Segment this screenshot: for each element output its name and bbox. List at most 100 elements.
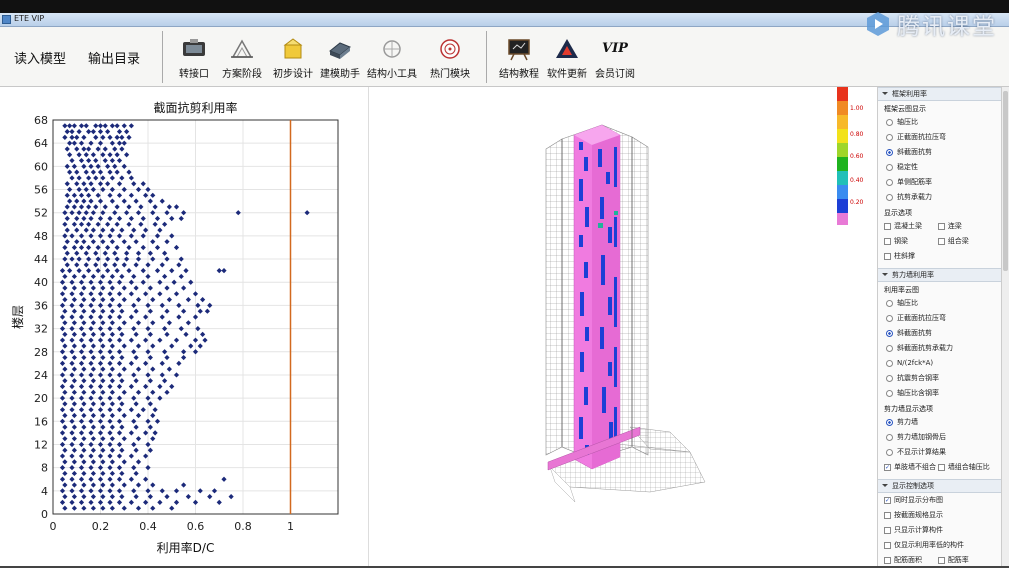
data-point <box>176 314 182 320</box>
radio-button[interactable] <box>886 134 893 141</box>
combine-option-checkbox[interactable]: 单肢墙不组合 <box>884 460 938 475</box>
frame-utilization-header[interactable]: 框架利用率 <box>878 87 1001 101</box>
data-point <box>69 499 75 506</box>
control-option-checkbox[interactable]: 按截面规格显示 <box>884 508 1001 523</box>
radio-button[interactable] <box>886 449 893 456</box>
checkbox[interactable] <box>937 238 945 245</box>
frame-option-radio[interactable]: 斜截面抗剪 <box>878 145 1001 160</box>
data-point <box>81 163 87 169</box>
control-option-checkbox[interactable]: 只显示计算构件 <box>884 523 1001 538</box>
display-option-checkbox[interactable]: 钢梁 <box>884 234 938 249</box>
data-point <box>71 123 77 129</box>
data-point <box>88 325 94 332</box>
checkbox[interactable] <box>884 253 891 260</box>
checkbox[interactable] <box>937 557 945 564</box>
radio-button[interactable] <box>886 419 893 426</box>
data-point <box>112 262 118 268</box>
wall-display-radio[interactable]: 剪力墙加钢骨后 <box>878 430 1001 445</box>
data-point <box>159 262 165 268</box>
3d-model-view[interactable] <box>370 87 875 568</box>
wall-utilization-header[interactable]: 剪力墙利用率 <box>878 268 1001 282</box>
wall-display-radio[interactable]: 不显示计算结果 <box>878 445 1001 460</box>
combine-option-checkbox[interactable]: 墙组合轴压比 <box>937 460 992 475</box>
radio-button[interactable] <box>886 330 893 337</box>
data-point <box>147 401 153 407</box>
wall-display-radio[interactable]: 剪力墙 <box>878 415 1001 430</box>
read-model-button[interactable]: 读入模型 <box>14 48 66 67</box>
data-point <box>64 215 70 222</box>
display-control-header[interactable]: 显示控制选项 <box>878 479 1001 493</box>
data-point <box>159 488 165 494</box>
display-option-checkbox[interactable]: 组合梁 <box>937 234 992 249</box>
wall-option-radio[interactable]: 轴压比含钢率 <box>878 386 1001 401</box>
display-option-checkbox[interactable]: 柱斜撑 <box>884 249 938 264</box>
data-point <box>133 354 139 361</box>
radio-button[interactable] <box>886 434 893 441</box>
radio-button[interactable] <box>886 164 893 171</box>
checkbox[interactable] <box>884 512 891 519</box>
frame-option-radio[interactable]: 单侧配筋率 <box>878 175 1001 190</box>
side-panel-scrollbar[interactable] <box>1001 87 1009 568</box>
data-point <box>90 343 96 349</box>
data-point <box>71 447 77 453</box>
data-point <box>169 383 175 390</box>
checkbox[interactable] <box>937 223 945 230</box>
control-option-checkbox[interactable]: 仅显示利用率低的构件 <box>884 538 1001 553</box>
data-point <box>64 163 70 169</box>
checkbox[interactable] <box>884 557 891 564</box>
checkbox[interactable] <box>884 497 891 504</box>
radio-button[interactable] <box>886 300 893 307</box>
structure-tools-button[interactable]: 结构小工具 <box>362 35 422 83</box>
wall-cloud-group-title: 利用率云图 <box>884 286 919 294</box>
frame-option-radio[interactable]: 轴压比 <box>878 115 1001 130</box>
output-dir-button[interactable]: 输出目录 <box>88 48 140 67</box>
radio-button[interactable] <box>886 345 893 352</box>
data-point <box>62 412 68 419</box>
wall-option-radio[interactable]: 抗震剪合钢率 <box>878 371 1001 386</box>
frame-option-radio[interactable]: 抗剪承载力 <box>878 190 1001 205</box>
display-option-checkbox[interactable]: 混凝土梁 <box>884 219 938 234</box>
scheme-icon <box>231 39 253 58</box>
wall-option-radio[interactable]: 轴压比 <box>878 296 1001 311</box>
data-point <box>128 123 134 129</box>
shear-utilization-chart: 截面抗剪利用率048121620242832364044485256606468… <box>10 100 339 555</box>
wall-option-radio[interactable]: 斜截面抗剪承载力 <box>878 341 1001 356</box>
data-point <box>78 192 85 198</box>
data-point <box>131 227 137 233</box>
data-point <box>109 297 115 303</box>
data-point <box>121 436 127 442</box>
checkbox[interactable] <box>884 223 891 230</box>
scrollbar-thumb[interactable] <box>1003 91 1008 271</box>
data-point <box>128 337 134 343</box>
wall-option-radio[interactable]: N/(2fck*A) <box>878 356 1001 371</box>
checkbox[interactable] <box>937 464 945 471</box>
radio-button[interactable] <box>886 179 893 186</box>
hot-modules-button[interactable]: 热门模块 <box>420 35 480 83</box>
radio-button[interactable] <box>886 375 893 382</box>
frame-option-radio[interactable]: 正截面抗拉压弯 <box>878 130 1001 145</box>
modeling-assistant-button[interactable]: 建模助手 <box>310 35 370 83</box>
y-tick-label: 20 <box>34 392 48 405</box>
main-area: 截面抗剪利用率 0 4 8 12 16 20 24 28 32 36 40 44 48 52 56 60 64 68… <box>0 87 1009 568</box>
radio-button[interactable] <box>886 315 893 322</box>
data-point <box>90 482 96 488</box>
checkbox[interactable] <box>884 464 891 471</box>
vip-subscription-button[interactable]: VIP 会员订阅 <box>585 35 645 83</box>
wall-option-radio[interactable]: 斜截面抗剪 <box>878 326 1001 341</box>
checkbox[interactable] <box>884 542 891 549</box>
data-point <box>192 499 199 506</box>
checkbox[interactable] <box>884 527 891 534</box>
data-point <box>114 152 120 158</box>
frame-option-radio[interactable]: 稳定性 <box>878 160 1001 175</box>
radio-button[interactable] <box>886 360 893 367</box>
data-point <box>71 320 77 326</box>
checkbox[interactable] <box>884 238 891 245</box>
radio-button[interactable] <box>886 119 893 126</box>
display-option-checkbox[interactable]: 连梁 <box>937 219 992 234</box>
radio-button[interactable] <box>886 149 893 156</box>
radio-button[interactable] <box>886 194 893 201</box>
wall-option-radio[interactable]: 正截面抗拉压弯 <box>878 311 1001 326</box>
control-option-checkbox[interactable]: 同时显示分布图 <box>884 493 1001 508</box>
radio-button[interactable] <box>886 390 893 397</box>
y-tick-label: 12 <box>34 438 48 451</box>
